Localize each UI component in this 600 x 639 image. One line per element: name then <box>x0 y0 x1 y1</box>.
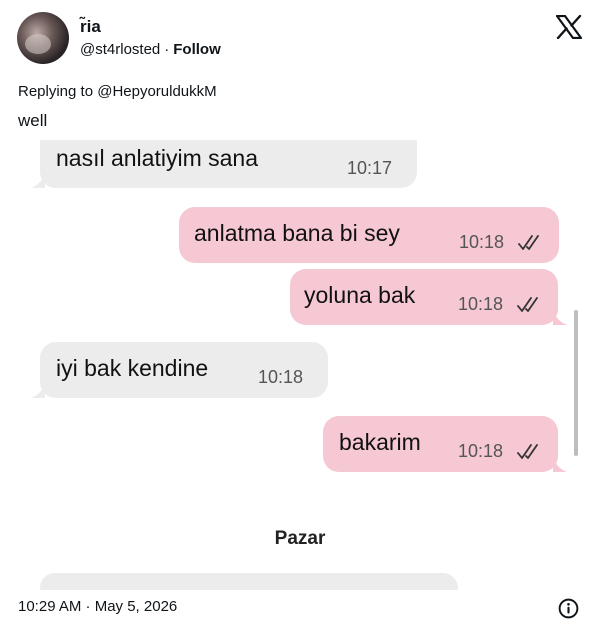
bubble-tail <box>31 384 45 398</box>
chat-screenshot: nasıl anlatiyim sana 10:17 anlatma bana … <box>0 140 600 588</box>
separator-dot: · <box>164 41 170 58</box>
author-name[interactable]: r̃ia <box>80 17 101 37</box>
chat-scrollbar[interactable] <box>574 310 578 456</box>
chat-message-outgoing: bakarim 10:18 <box>323 416 558 472</box>
tweet-timestamp[interactable]: 10:29 AM · May 5, 2026 <box>18 598 188 615</box>
info-icon[interactable] <box>558 598 579 619</box>
double-check-icon <box>517 444 538 459</box>
message-text: nasıl anlatiyim sana <box>56 145 258 171</box>
message-text: bakarim <box>339 429 421 455</box>
bubble-tail <box>553 458 567 472</box>
chat-message-incoming: nasıl anlatiyim sana 10:17 <box>40 140 417 188</box>
x-logo-icon[interactable] <box>556 15 582 39</box>
day-separator: Pazar <box>274 528 326 549</box>
message-time: 10:18 <box>458 441 504 461</box>
chat-message-outgoing: anlatma bana bi sey 10:18 <box>179 207 559 263</box>
double-check-icon <box>518 235 539 250</box>
follow-button[interactable]: Follow <box>173 41 221 58</box>
message-text: iyi bak kendine <box>56 355 209 381</box>
message-time: 10:18 <box>258 367 304 387</box>
tweet-text: well <box>18 111 48 130</box>
message-time: 10:18 <box>458 294 504 314</box>
bubble-tail <box>553 311 567 325</box>
avatar[interactable] <box>17 12 69 64</box>
double-check-icon <box>517 297 538 312</box>
message-text: yoluna bak <box>304 282 416 308</box>
replying-to[interactable]: Replying to @HepyoruldukkM <box>18 83 217 100</box>
chat-message-incoming: iyi bak kendine 10:18 <box>40 342 328 398</box>
author-handle[interactable]: @st4rlosted <box>80 41 160 58</box>
bubble-tail <box>31 174 45 188</box>
message-text: anlatma bana bi sey <box>194 220 400 246</box>
message-time: 10:17 <box>347 158 393 178</box>
chat-message-outgoing: yoluna bak 10:18 <box>290 269 558 325</box>
tweet-header: r̃ia @st4rlosted · Follow <box>0 0 600 80</box>
handle-row: @st4rlosted · Follow <box>80 41 221 58</box>
message-time: 10:18 <box>459 232 505 252</box>
